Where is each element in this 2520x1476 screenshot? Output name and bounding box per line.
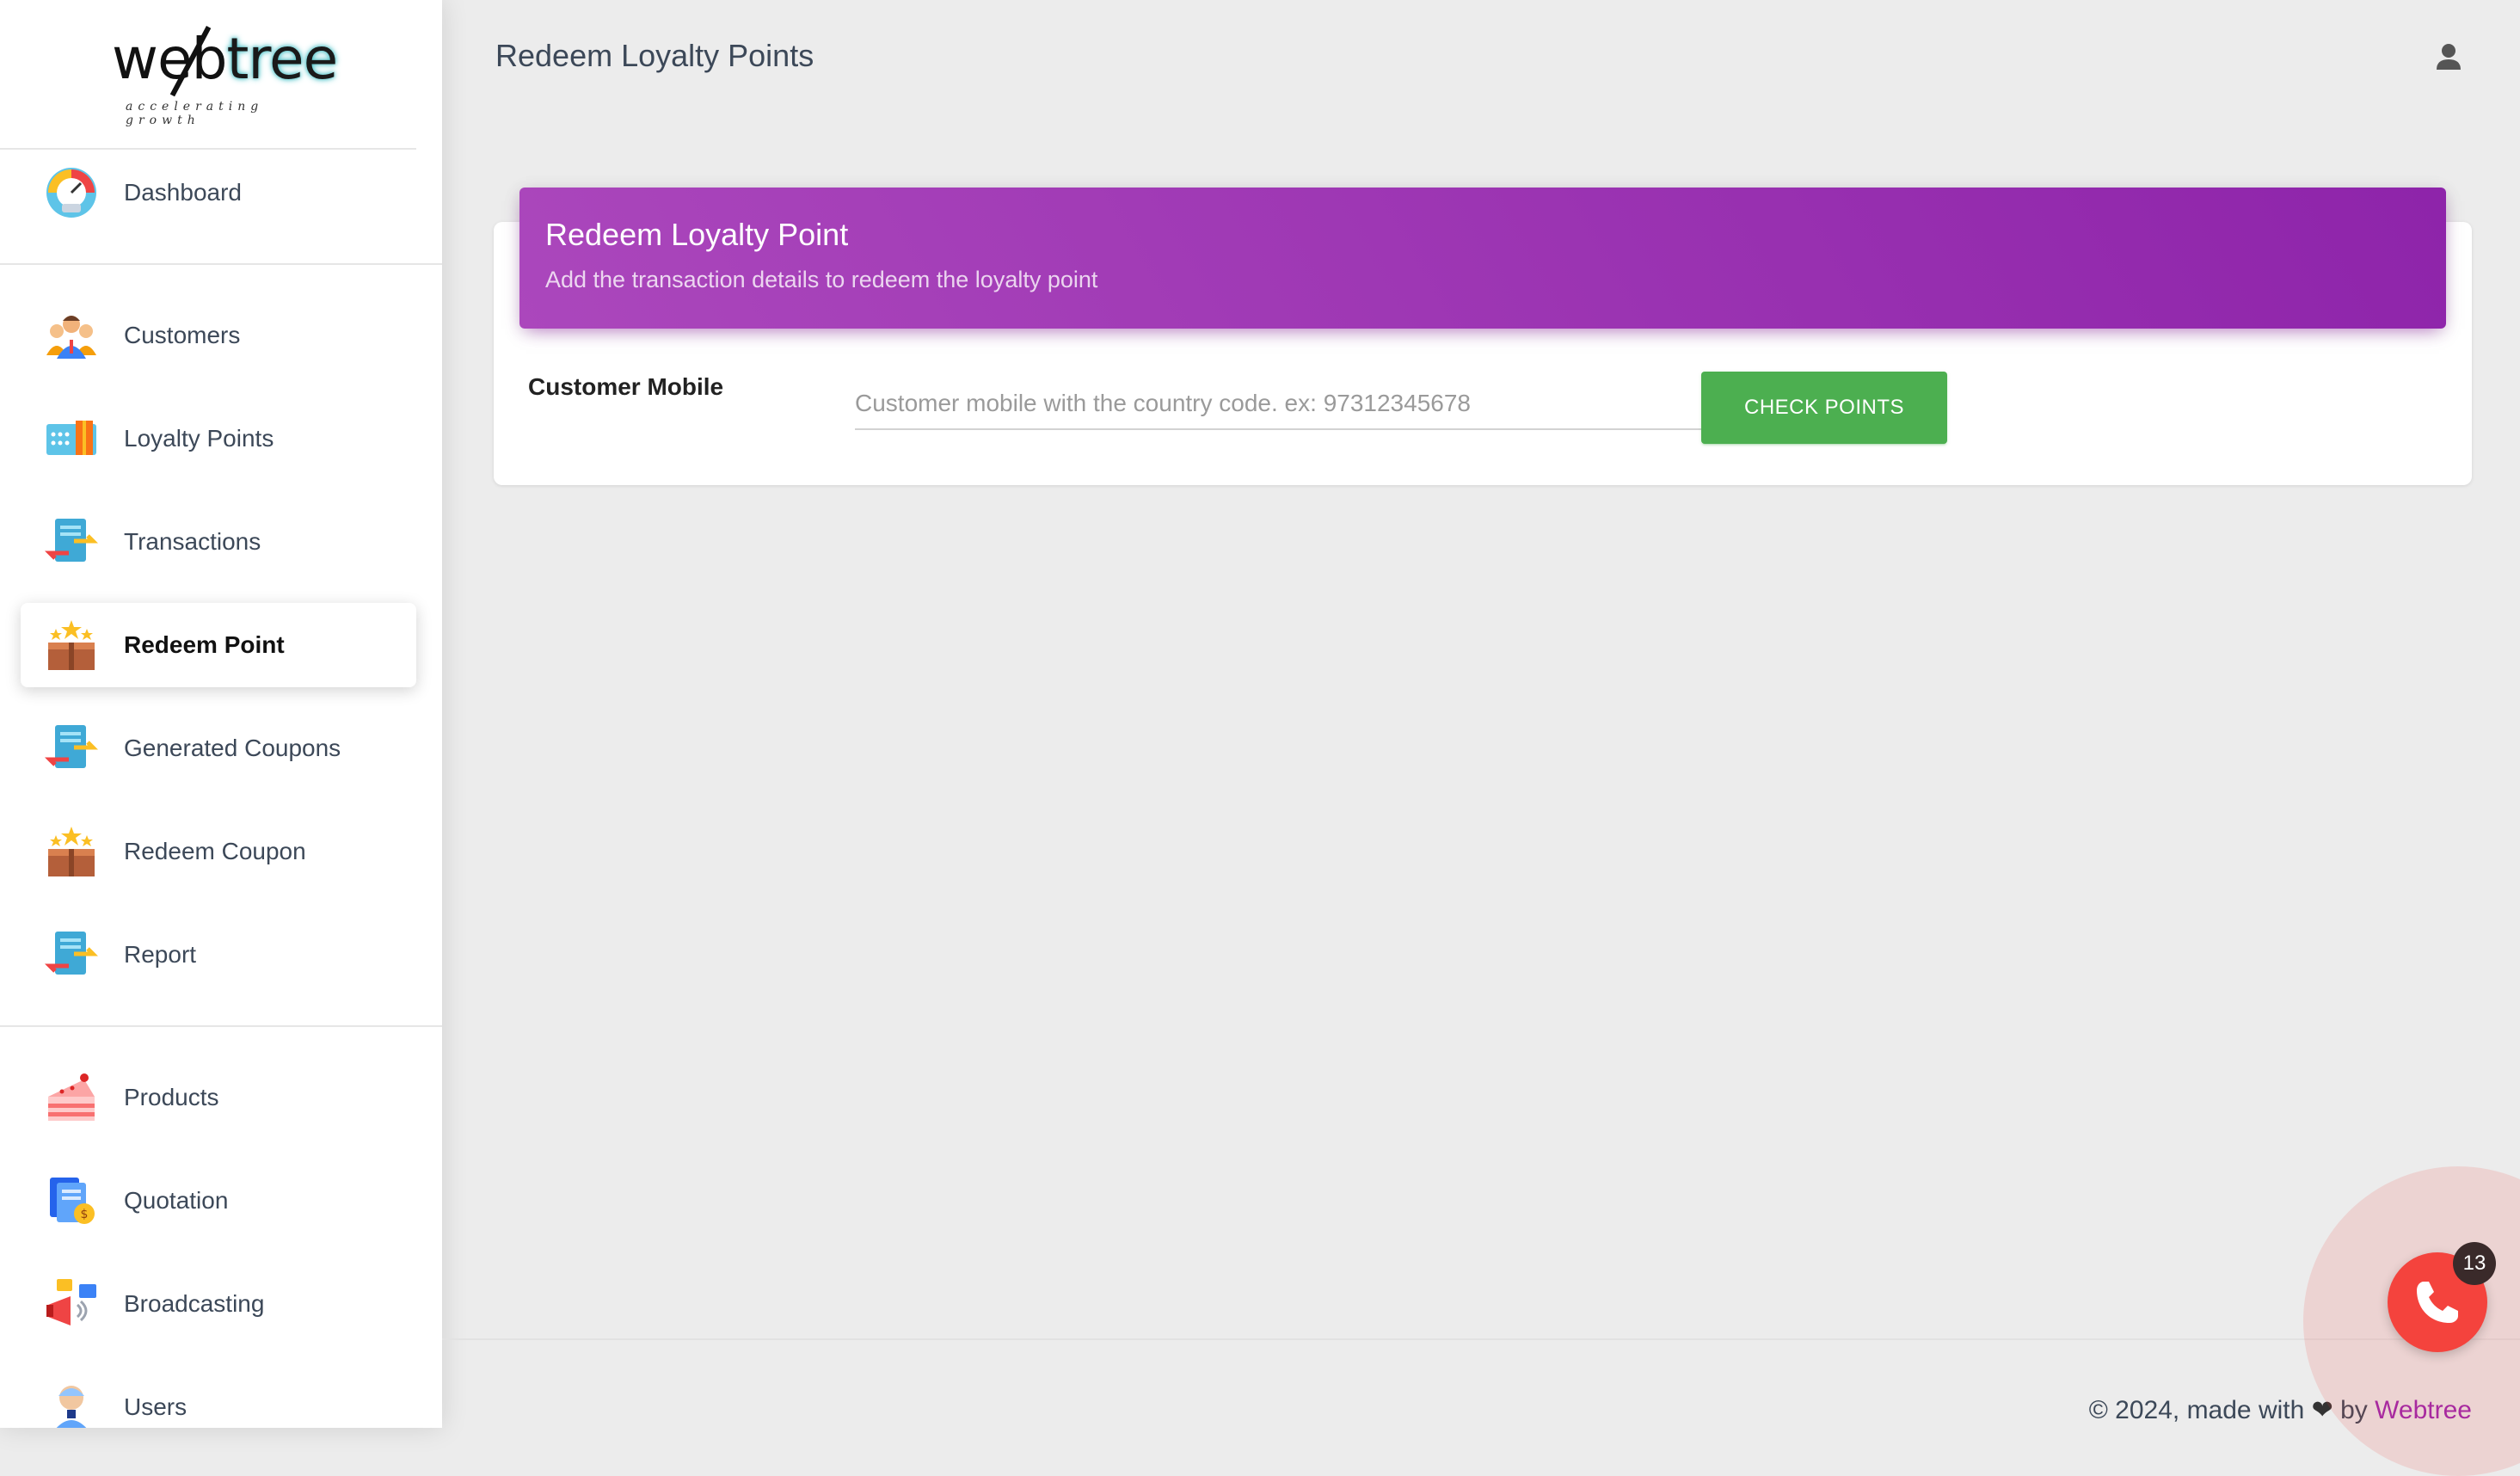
footer-copyright: © 2024, made with xyxy=(2088,1396,2305,1424)
sidebar-item-label: Redeem Point xyxy=(124,631,285,658)
page-title: Redeem Loyalty Points xyxy=(495,38,814,73)
logo-word-tree: tree xyxy=(226,26,338,92)
user-account-icon[interactable] xyxy=(2436,43,2462,71)
logo-tagline: accelerating growth xyxy=(126,100,264,127)
transactions-icon xyxy=(44,515,99,569)
card-title: Redeem Loyalty Point xyxy=(545,217,849,252)
customer-mobile-label: Customer Mobile xyxy=(528,373,724,400)
sidebar-divider xyxy=(0,148,416,150)
megaphone-icon xyxy=(45,1277,98,1331)
sidebar-item-products[interactable]: Products xyxy=(21,1055,416,1140)
sidebar-item-label: Quotation xyxy=(124,1187,229,1214)
webtree-logo[interactable]: webtree accelerating growth xyxy=(112,26,338,127)
sidebar-item-redeem-point[interactable]: Redeem Point xyxy=(21,603,416,687)
sidebar-item-customers[interactable]: Customers xyxy=(21,293,416,378)
sidebar-item-generated-coupons[interactable]: Generated Coupons xyxy=(21,706,416,790)
sidebar-item-transactions[interactable]: Transactions xyxy=(21,500,416,584)
notification-badge: 13 xyxy=(2453,1242,2496,1285)
user-avatar-icon xyxy=(45,1381,98,1428)
redeem-box-icon xyxy=(45,618,98,672)
customer-mobile-input[interactable] xyxy=(855,378,1701,430)
footer-divider xyxy=(442,1338,2520,1340)
sidebar-item-broadcasting[interactable]: Broadcasting xyxy=(21,1262,416,1346)
report-icon xyxy=(44,928,99,981)
sidebar-item-label: Report xyxy=(124,941,197,968)
sidebar-item-label: Users xyxy=(124,1393,187,1420)
sidebar-item-label: Loyalty Points xyxy=(124,425,274,452)
customers-icon xyxy=(45,309,98,362)
sidebar-item-label: Generated Coupons xyxy=(124,735,341,761)
sidebar: webtree accelerating growth Dashboard Cu… xyxy=(0,0,442,1428)
card-subtitle: Add the transaction details to redeem th… xyxy=(545,267,1098,292)
logo-word: web xyxy=(112,26,227,92)
sidebar-divider xyxy=(0,263,442,265)
sidebar-item-quotation[interactable]: $ Quotation xyxy=(21,1159,416,1243)
cake-icon xyxy=(45,1071,98,1124)
check-points-button[interactable]: CHECK POINTS xyxy=(1701,372,1947,444)
quotation-icon: $ xyxy=(45,1174,98,1227)
sidebar-item-label: Redeem Coupon xyxy=(124,838,306,864)
dashboard-gauge-icon xyxy=(45,166,98,219)
svg-text:$: $ xyxy=(81,1208,89,1221)
logo-wordmark: webtree xyxy=(112,31,338,88)
sidebar-item-loyalty-points[interactable]: Loyalty Points xyxy=(21,397,416,481)
card-header: Redeem Loyalty Point Add the transaction… xyxy=(519,188,2446,329)
sidebar-item-dashboard[interactable]: Dashboard xyxy=(21,151,416,235)
redeem-box-icon xyxy=(45,825,98,878)
sidebar-item-report[interactable]: Report xyxy=(21,913,416,997)
sidebar-item-users[interactable]: Users xyxy=(21,1365,416,1428)
loyalty-points-icon xyxy=(45,412,98,465)
sidebar-divider xyxy=(0,1025,442,1027)
coupons-icon xyxy=(44,722,99,775)
sidebar-item-label: Broadcasting xyxy=(124,1290,265,1317)
sidebar-item-label: Customers xyxy=(124,322,241,348)
sidebar-item-label: Transactions xyxy=(124,528,261,555)
sidebar-item-label: Dashboard xyxy=(124,179,242,206)
sidebar-item-redeem-coupon[interactable]: Redeem Coupon xyxy=(21,809,416,894)
sidebar-item-label: Products xyxy=(124,1084,219,1110)
